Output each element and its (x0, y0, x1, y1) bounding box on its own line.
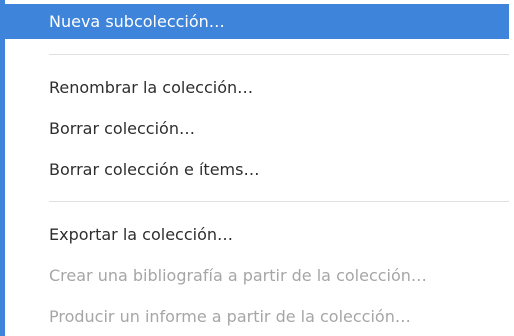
menu-item-delete-collection-and-items[interactable]: Borrar colección e ítems… (5, 152, 509, 187)
menu-item-generate-report: Producir un informe a partir de la colec… (49, 307, 411, 326)
menu-item-new-subcollection[interactable]: Nueva subcolección… (5, 4, 509, 39)
menu-item-create-bibliography: Crear una bibliografía a partir de la co… (49, 266, 427, 285)
menu-edge (509, 0, 514, 336)
menu-item-rename-collection[interactable]: Renombrar la colección… (5, 70, 509, 105)
menu-item-export-collection[interactable]: Exportar la colección… (5, 217, 509, 252)
collection-context-menu: Nueva subcolección… Renombrar la colecci… (0, 0, 509, 336)
menu-separator (49, 54, 509, 55)
menu-separator (49, 201, 509, 202)
menu-item-delete-collection[interactable]: Borrar colección… (5, 111, 509, 146)
